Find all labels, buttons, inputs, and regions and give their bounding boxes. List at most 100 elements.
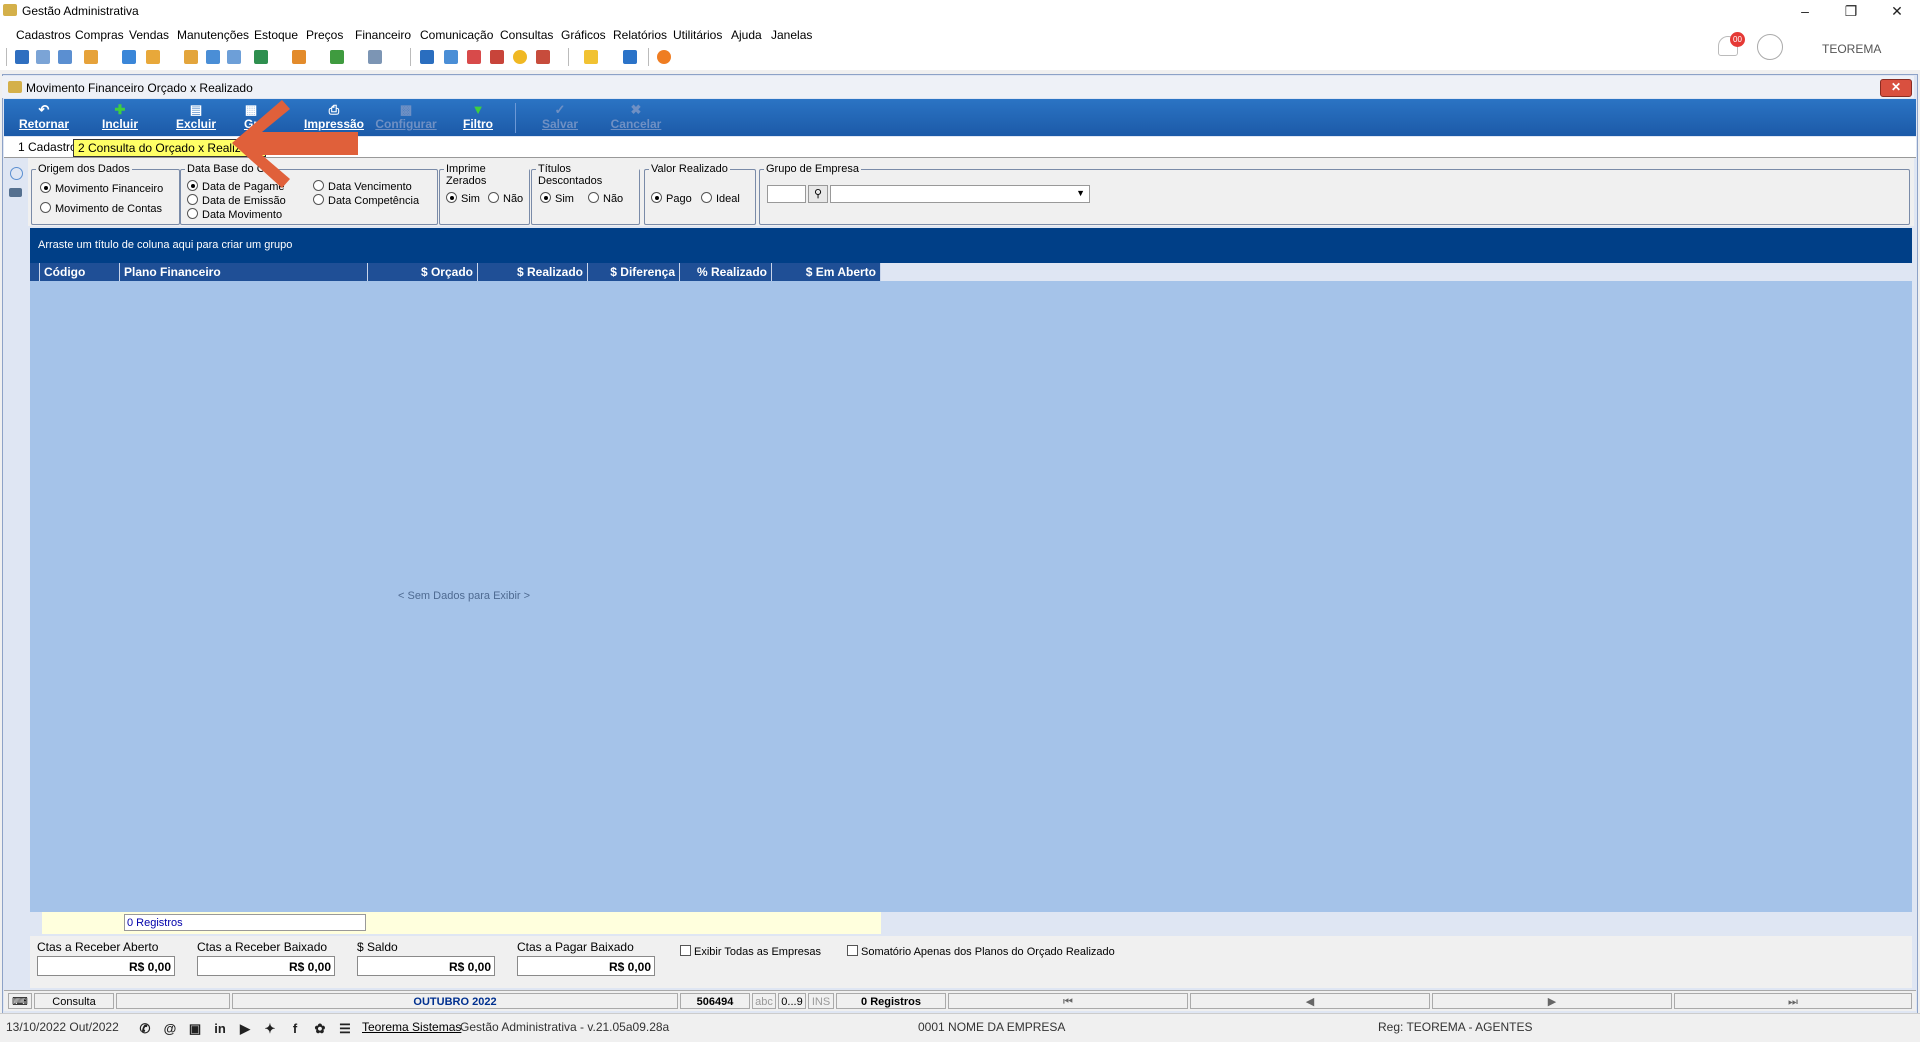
calculator-icon[interactable]: [444, 50, 458, 64]
menu-utilitarios[interactable]: Utilitários: [673, 28, 722, 42]
list-icon[interactable]: [206, 50, 220, 64]
menu-relatorios[interactable]: Relatórios: [613, 28, 667, 42]
package-icon[interactable]: [292, 50, 306, 64]
app-version: Gestão Administrativa - v.21.05a09.28a: [460, 1020, 670, 1034]
tools-icon[interactable]: [490, 50, 504, 64]
card-icon[interactable]: [58, 50, 72, 64]
somatorio-checkbox[interactable]: Somatório Apenas dos Planos do Orçado Re…: [847, 945, 1115, 958]
menu-ajuda[interactable]: Ajuda: [731, 28, 762, 42]
tree-icon[interactable]: [84, 50, 98, 64]
radio-data-emissao[interactable]: Data de Emissão: [187, 194, 286, 207]
instagram-icon[interactable]: ▣: [188, 1022, 202, 1036]
status-blank: [116, 993, 230, 1009]
radio-imprime-sim[interactable]: Sim: [446, 192, 480, 205]
menu-precos[interactable]: Preços: [306, 28, 343, 42]
configurar-button[interactable]: ▩ Configurar: [370, 101, 442, 134]
menu-janelas[interactable]: Janelas: [771, 28, 812, 42]
grupo-code-input[interactable]: [767, 185, 806, 203]
clock-icon[interactable]: [513, 50, 527, 64]
cart-icon[interactable]: [254, 50, 268, 64]
config-icon: ▩: [399, 102, 413, 117]
col-orcado[interactable]: $ Orçado: [368, 263, 478, 281]
menu-comunicacao[interactable]: Comunicação: [420, 28, 493, 42]
header-right: 00 TEOREMA: [905, 24, 1920, 70]
radio-imprime-nao[interactable]: Não: [488, 192, 523, 205]
status-period: OUTUBRO 2022: [232, 993, 678, 1009]
radio-valor-pago[interactable]: Pago: [651, 192, 692, 205]
twitter-icon[interactable]: ✦: [263, 1022, 277, 1036]
retornar-button[interactable]: ↶ Retornar: [8, 101, 80, 134]
col-em-aberto[interactable]: $ Em Aberto: [772, 263, 881, 281]
grid-body[interactable]: [30, 281, 1912, 912]
menu-financeiro[interactable]: Financeiro: [355, 28, 411, 42]
excluir-button[interactable]: ▤ Excluir: [160, 101, 232, 134]
window-title: Gestão Administrativa: [22, 4, 139, 18]
menu-graficos[interactable]: Gráficos: [561, 28, 606, 42]
next-record-icon[interactable]: ▶: [1432, 993, 1672, 1009]
col-codigo[interactable]: Código: [40, 263, 120, 281]
menu-estoque[interactable]: Estoque: [254, 28, 298, 42]
first-record-icon[interactable]: ⏮: [948, 993, 1188, 1009]
company-link[interactable]: Teorema Sistemas: [362, 1020, 461, 1034]
radio-movimento-financeiro[interactable]: Movimento Financeiro: [40, 182, 163, 195]
tab-cadastro[interactable]: 1 Cadastro: [14, 139, 81, 155]
youtube-icon[interactable]: ▶: [238, 1022, 252, 1036]
document-icon[interactable]: [122, 50, 136, 64]
star-icon[interactable]: [584, 50, 598, 64]
search-icon[interactable]: ⚲: [808, 185, 828, 203]
filtro-button[interactable]: ▼ Filtro: [442, 101, 514, 134]
col-realizado[interactable]: $ Realizado: [478, 263, 588, 281]
people-icon[interactable]: [36, 50, 50, 64]
col-percent-realizado[interactable]: % Realizado: [680, 263, 772, 281]
radio-valor-ideal[interactable]: Ideal: [701, 192, 740, 205]
facebook-icon[interactable]: f: [288, 1022, 302, 1036]
menu-vendas[interactable]: Vendas: [129, 28, 169, 42]
linkedin-icon[interactable]: in: [213, 1022, 227, 1036]
close-window-button[interactable]: ✕: [1874, 0, 1920, 22]
cancelar-label: Cancelar: [610, 117, 662, 131]
menu-manutencoes[interactable]: Manutenções: [177, 28, 249, 42]
calendar-icon[interactable]: [467, 50, 481, 64]
titulos-label: Títulos Descontados: [536, 163, 639, 187]
menu-compras[interactable]: Compras: [75, 28, 124, 42]
radio-titulos-nao[interactable]: Não: [588, 192, 623, 205]
incluir-button[interactable]: ✚ Incluir: [84, 101, 156, 134]
salvar-button[interactable]: ✓ Salvar: [524, 101, 596, 134]
website-icon[interactable]: ✿: [313, 1022, 327, 1036]
status-abc: abc: [752, 993, 776, 1009]
chart-icon[interactable]: [536, 50, 550, 64]
printer-icon[interactable]: [9, 188, 22, 197]
window-icon[interactable]: [420, 50, 434, 64]
cancelar-button[interactable]: ✖ Cancelar: [600, 101, 672, 134]
exibir-todas-checkbox[interactable]: Exibir Todas as Empresas: [680, 945, 821, 958]
radio-data-competencia[interactable]: Data Competência: [313, 194, 419, 207]
info-icon[interactable]: [623, 50, 637, 64]
user-avatar-icon[interactable]: [1757, 34, 1783, 60]
col-plano-financeiro[interactable]: Plano Financeiro: [120, 263, 368, 281]
minimize-button[interactable]: –: [1782, 0, 1828, 22]
radio-movimento-contas[interactable]: Movimento de Contas: [40, 202, 162, 215]
last-record-icon[interactable]: ⏭: [1674, 993, 1912, 1009]
email-icon[interactable]: @: [163, 1022, 177, 1036]
radio-titulos-sim[interactable]: Sim: [540, 192, 574, 205]
box-icon[interactable]: [146, 50, 160, 64]
child-close-button[interactable]: ✕: [1880, 79, 1912, 97]
power-icon[interactable]: [657, 50, 671, 64]
menu-cadastros[interactable]: Cadastros: [16, 28, 71, 42]
radio-data-movimento[interactable]: Data Movimento: [187, 208, 282, 221]
whatsapp-icon[interactable]: ✆: [138, 1022, 152, 1036]
user-label: TEOREMA: [1822, 42, 1882, 56]
printer-icon[interactable]: [368, 50, 382, 64]
col-diferenca[interactable]: $ Diferença: [588, 263, 680, 281]
prev-record-icon[interactable]: ◀: [1190, 993, 1430, 1009]
report-icon[interactable]: [227, 50, 241, 64]
restore-button[interactable]: ❐: [1828, 0, 1874, 22]
group-by-bar[interactable]: Arraste um título de coluna aqui para cr…: [30, 228, 1912, 263]
money-icon[interactable]: [330, 50, 344, 64]
folder-icon[interactable]: [15, 50, 29, 64]
menu-consultas[interactable]: Consultas: [500, 28, 553, 42]
grupo-select[interactable]: ▼: [830, 185, 1090, 203]
user-icon[interactable]: [184, 50, 198, 64]
pagar-baixado-value: R$ 0,00: [517, 956, 655, 976]
settings-icon[interactable]: [10, 167, 23, 180]
